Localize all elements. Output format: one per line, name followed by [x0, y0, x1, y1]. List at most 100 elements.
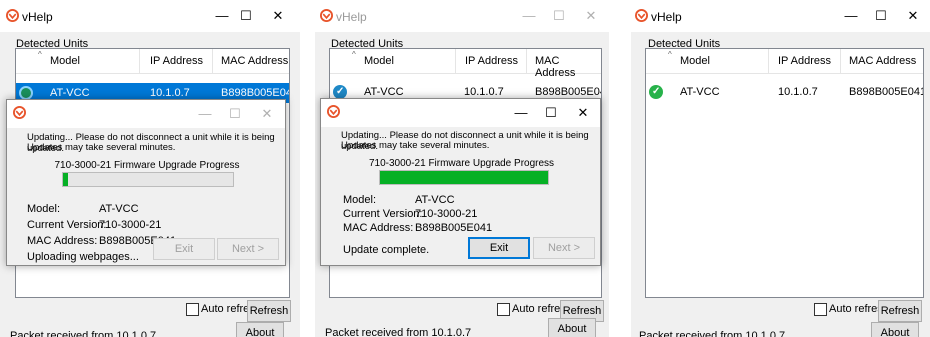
firmware-progress-bar	[62, 172, 234, 187]
unit-mac: B898B005E041	[849, 86, 924, 98]
window-title: vHelp	[22, 10, 53, 24]
sort-caret-icon: ^	[38, 50, 42, 59]
close-button[interactable]: ✕	[583, 8, 599, 24]
window-title: vHelp	[651, 10, 682, 24]
vhelp-window-2: vHelp — ☐ ✕ Detected Units ^ Model IP Ad…	[315, 0, 609, 337]
unit-model: AT-VCC	[50, 87, 90, 99]
close-button[interactable]: ✕	[905, 8, 921, 24]
dialog-title-bar: — ☐ ✕	[7, 100, 285, 128]
column-ip-address[interactable]: IP Address	[150, 55, 203, 67]
maximize-button[interactable]: ☐	[873, 8, 889, 24]
vhelp-logo-icon	[6, 9, 19, 22]
current-version-label: Current Version:	[343, 208, 423, 220]
about-button[interactable]: About	[871, 322, 919, 337]
auto-refresh-checkbox[interactable]	[814, 303, 827, 316]
vhelp-window-1: vHelp — ☐ ✕ Detected Units ^ Model IP Ad…	[0, 0, 300, 337]
model-label: Model:	[343, 194, 377, 206]
column-model[interactable]: Model	[50, 55, 80, 67]
auto-refresh-checkbox[interactable]	[497, 303, 510, 316]
auto-refresh-checkbox[interactable]	[186, 303, 199, 316]
sort-caret-icon: ^	[352, 50, 356, 59]
unit-ip: 10.1.0.7	[778, 86, 818, 98]
firmware-upgrade-dialog: — ☐ ✕ Updating... Please do not disconne…	[6, 99, 286, 266]
column-divider	[139, 49, 140, 73]
list-header: ^ Model IP Address MAC Address	[330, 49, 601, 79]
column-mac-address[interactable]: MAC Address	[535, 55, 601, 79]
progress-fill	[63, 173, 69, 186]
minimize-button[interactable]: —	[197, 106, 213, 121]
unit-row[interactable]: ✓ AT-VCC 10.1.0.7 B898B005E041	[646, 82, 923, 102]
list-header: ^ Model IP Address MAC Address	[646, 49, 923, 74]
column-ip-address[interactable]: IP Address	[465, 55, 518, 67]
maximize-button[interactable]: ☐	[543, 105, 559, 121]
list-header: ^ Model IP Address MAC Address	[16, 49, 289, 74]
minimize-button[interactable]: —	[214, 8, 230, 23]
refresh-button[interactable]: Refresh	[247, 300, 291, 322]
title-bar: vHelp — ☐ ✕	[631, 0, 930, 32]
about-button[interactable]: About	[236, 322, 284, 337]
progress-title: 710-3000-21 Firmware Upgrade Progress	[54, 160, 240, 171]
upgrade-status-text: Uploading webpages...	[27, 251, 139, 263]
exit-button[interactable]: Exit	[468, 237, 530, 259]
minimize-button[interactable]: —	[513, 105, 529, 120]
exit-button[interactable]: Exit	[153, 238, 215, 260]
sort-caret-icon: ^	[668, 50, 672, 59]
current-version-value: 710-3000-21	[99, 219, 162, 231]
update-warning-line2: Updates may take several minutes.	[27, 142, 176, 153]
window-title: vHelp	[336, 10, 367, 24]
next-button[interactable]: Next >	[217, 238, 279, 260]
column-mac-address[interactable]: MAC Address	[221, 55, 288, 67]
vhelp-logo-icon	[13, 106, 26, 119]
spinner-icon	[19, 86, 33, 100]
mac-address-label: MAC Address:	[27, 235, 98, 247]
unit-mac: B898B005E041	[535, 86, 601, 98]
model-label: Model:	[27, 203, 61, 215]
status-bar-text: Packet received from 10.1.0.7	[10, 330, 157, 337]
maximize-button[interactable]: ☐	[238, 8, 254, 24]
close-button[interactable]: ✕	[259, 106, 275, 122]
minimize-button[interactable]: —	[521, 8, 537, 23]
column-divider	[526, 49, 527, 73]
unit-mac: B898B005E041	[221, 87, 289, 99]
maximize-button[interactable]: ☐	[227, 106, 243, 122]
minimize-button[interactable]: —	[843, 8, 859, 23]
model-value: AT-VCC	[99, 203, 139, 215]
column-model[interactable]: Model	[680, 55, 710, 67]
unit-ip: 10.1.0.7	[150, 87, 190, 99]
about-button[interactable]: About	[548, 318, 596, 337]
close-button[interactable]: ✕	[575, 105, 591, 121]
column-divider	[455, 49, 456, 73]
firmware-upgrade-dialog: — ☐ ✕ Updating... Please do not disconne…	[320, 98, 601, 266]
close-button[interactable]: ✕	[270, 8, 286, 24]
column-ip-address[interactable]: IP Address	[778, 55, 831, 67]
column-divider	[840, 49, 841, 73]
firmware-progress-bar	[379, 170, 549, 185]
unit-ip: 10.1.0.7	[464, 86, 504, 98]
unit-model: AT-VCC	[680, 86, 720, 98]
next-button[interactable]: Next >	[533, 237, 595, 259]
progress-fill	[380, 171, 548, 184]
maximize-button[interactable]: ☐	[551, 8, 567, 24]
column-model[interactable]: Model	[364, 55, 394, 67]
upgrade-status-text: Update complete.	[343, 244, 430, 256]
units-list[interactable]: ^ Model IP Address MAC Address ✓ AT-VCC …	[645, 48, 924, 298]
check-circle-icon: ✓	[649, 85, 663, 99]
column-mac-address[interactable]: MAC Address	[849, 55, 916, 67]
vhelp-window-3: vHelp — ☐ ✕ Detected Units ^ Model IP Ad…	[631, 0, 930, 337]
status-bar-text: Packet received from 10.1.0.7	[639, 330, 786, 337]
title-bar: vHelp — ☐ ✕	[315, 0, 609, 32]
progress-title: 710-3000-21 Firmware Upgrade Progress	[368, 158, 555, 169]
mac-address-value: B898B005E041	[415, 222, 493, 234]
mac-address-label: MAC Address:	[343, 222, 414, 234]
current-version-label: Current Version:	[27, 219, 107, 231]
title-bar: vHelp — ☐ ✕	[0, 0, 300, 32]
vhelp-logo-icon	[635, 9, 648, 22]
unit-model: AT-VCC	[364, 86, 404, 98]
vhelp-logo-icon	[320, 9, 333, 22]
refresh-button[interactable]: Refresh	[878, 300, 922, 322]
status-bar-text: Packet received from 10.1.0.7	[325, 327, 472, 337]
current-version-value: 710-3000-21	[415, 208, 478, 220]
vhelp-logo-icon	[327, 105, 340, 118]
column-divider	[212, 49, 213, 73]
update-warning-line2: Updates may take several minutes.	[341, 140, 490, 151]
